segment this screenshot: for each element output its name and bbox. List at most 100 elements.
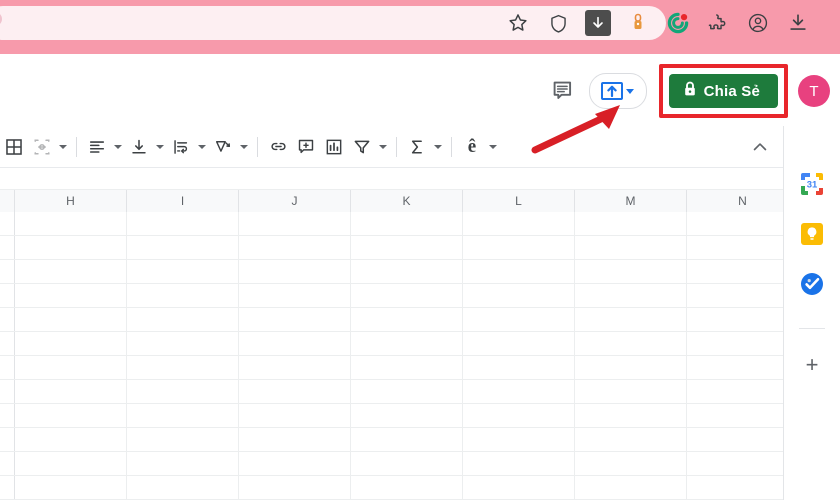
column-header-K[interactable]: K (351, 190, 463, 212)
row-header[interactable] (0, 260, 15, 283)
grid-cell-L1[interactable] (463, 212, 575, 235)
present-options-chevron-down-icon[interactable] (626, 88, 635, 94)
grid-cell-I2[interactable] (127, 236, 239, 259)
present-button[interactable] (588, 73, 647, 109)
row-header[interactable] (0, 476, 15, 499)
bookmark-star-icon[interactable] (498, 6, 538, 40)
table-row[interactable] (0, 332, 783, 356)
horizontal-align-icon[interactable] (83, 133, 111, 161)
row-header[interactable] (0, 332, 15, 355)
grid-cell-N8[interactable] (687, 380, 783, 403)
grid-cell-L5[interactable] (463, 308, 575, 331)
grid-cell-L4[interactable] (463, 284, 575, 307)
row-header[interactable] (0, 452, 15, 475)
grid-cell-I3[interactable] (127, 260, 239, 283)
grid-cell-J7[interactable] (239, 356, 351, 379)
grid-cell-J5[interactable] (239, 308, 351, 331)
functions-sigma-icon[interactable] (403, 133, 431, 161)
grid-body[interactable] (0, 212, 783, 500)
grid-cell-H10[interactable] (15, 428, 127, 451)
text-rotation-icon[interactable] (209, 133, 237, 161)
grid-cell-I9[interactable] (127, 404, 239, 427)
grid-cell-N12[interactable] (687, 476, 783, 499)
row-header[interactable] (0, 284, 15, 307)
grid-corner[interactable] (0, 190, 15, 212)
grid-cell-H12[interactable] (15, 476, 127, 499)
input-tools-chevron-down-icon[interactable] (486, 133, 500, 161)
column-header-M[interactable]: M (575, 190, 687, 212)
password-key-icon[interactable] (618, 6, 658, 40)
grid-cell-M6[interactable] (575, 332, 687, 355)
text-wrap-icon[interactable] (167, 133, 195, 161)
grid-cell-J2[interactable] (239, 236, 351, 259)
table-row[interactable] (0, 284, 783, 308)
grid-cell-M11[interactable] (575, 452, 687, 475)
horizontal-align-chevron-down-icon[interactable] (111, 133, 125, 161)
grid-cell-M1[interactable] (575, 212, 687, 235)
grid-cell-J6[interactable] (239, 332, 351, 355)
grid-cell-L10[interactable] (463, 428, 575, 451)
download-arrow-icon[interactable] (578, 6, 618, 40)
column-header-I[interactable]: I (127, 190, 239, 212)
comment-history-button[interactable] (543, 71, 583, 111)
grid-cell-I10[interactable] (127, 428, 239, 451)
grid-cell-H8[interactable] (15, 380, 127, 403)
row-header[interactable] (0, 380, 15, 403)
grid-cell-J11[interactable] (239, 452, 351, 475)
grid-cell-N6[interactable] (687, 332, 783, 355)
grid-cell-H4[interactable] (15, 284, 127, 307)
table-row[interactable] (0, 428, 783, 452)
column-header-H[interactable]: H (15, 190, 127, 212)
grid-cell-M5[interactable] (575, 308, 687, 331)
grid-cell-I12[interactable] (127, 476, 239, 499)
grid-cell-K1[interactable] (351, 212, 463, 235)
grid-cell-H3[interactable] (15, 260, 127, 283)
grid-cell-L3[interactable] (463, 260, 575, 283)
grid-cell-L9[interactable] (463, 404, 575, 427)
grid-cell-M12[interactable] (575, 476, 687, 499)
collapse-toolbar-chevron-up-icon[interactable] (743, 132, 777, 162)
grid-cell-N5[interactable] (687, 308, 783, 331)
functions-chevron-down-icon[interactable] (431, 133, 445, 161)
insert-chart-icon[interactable] (320, 133, 348, 161)
grid-cell-L11[interactable] (463, 452, 575, 475)
grid-cell-L7[interactable] (463, 356, 575, 379)
puzzle-piece-icon[interactable] (698, 6, 738, 40)
grid-cell-N2[interactable] (687, 236, 783, 259)
table-row[interactable] (0, 212, 783, 236)
add-addon-plus-icon[interactable]: + (798, 351, 826, 379)
merge-cells-chevron-down-icon[interactable] (56, 133, 70, 161)
grid-cell-J8[interactable] (239, 380, 351, 403)
grid-cell-I7[interactable] (127, 356, 239, 379)
vertical-align-icon[interactable] (125, 133, 153, 161)
table-row[interactable] (0, 380, 783, 404)
grid-cell-I11[interactable] (127, 452, 239, 475)
grid-cell-K6[interactable] (351, 332, 463, 355)
column-header-L[interactable]: L (463, 190, 575, 212)
grid-cell-H7[interactable] (15, 356, 127, 379)
table-row[interactable] (0, 236, 783, 260)
row-header[interactable] (0, 428, 15, 451)
grid-cell-M7[interactable] (575, 356, 687, 379)
grid-cell-K9[interactable] (351, 404, 463, 427)
table-row[interactable] (0, 260, 783, 284)
grid-cell-J1[interactable] (239, 212, 351, 235)
google-calendar-icon[interactable]: 31 (798, 170, 826, 198)
grid-cell-H5[interactable] (15, 308, 127, 331)
table-row[interactable] (0, 308, 783, 332)
vertical-align-chevron-down-icon[interactable] (153, 133, 167, 161)
grid-cell-N11[interactable] (687, 452, 783, 475)
grid-cell-J9[interactable] (239, 404, 351, 427)
grid-cell-N3[interactable] (687, 260, 783, 283)
grid-cell-M3[interactable] (575, 260, 687, 283)
share-button[interactable]: Chia Sẻ (668, 74, 778, 108)
grid-cell-I8[interactable] (127, 380, 239, 403)
row-header[interactable] (0, 212, 15, 235)
download-tray-icon[interactable] (778, 6, 818, 40)
insert-comment-icon[interactable] (292, 133, 320, 161)
table-row[interactable] (0, 476, 783, 500)
profile-avatar-icon[interactable] (738, 6, 778, 40)
grid-cell-L2[interactable] (463, 236, 575, 259)
grid-cell-N7[interactable] (687, 356, 783, 379)
shield-icon[interactable] (538, 6, 578, 40)
